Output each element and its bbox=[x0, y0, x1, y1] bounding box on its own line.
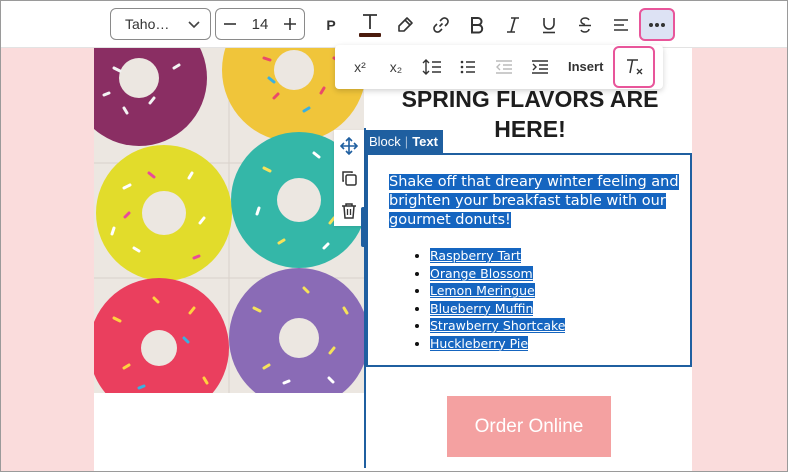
minus-icon bbox=[224, 23, 236, 25]
indent-button[interactable] bbox=[526, 53, 554, 81]
column-divider bbox=[364, 128, 366, 468]
align-button[interactable] bbox=[606, 10, 636, 40]
clear-formatting-icon bbox=[627, 59, 643, 75]
duplicate-icon bbox=[342, 171, 357, 186]
list-item: Blueberry Muffin bbox=[430, 300, 565, 318]
resize-handle[interactable] bbox=[361, 207, 367, 247]
clear-formatting-button[interactable] bbox=[613, 46, 655, 88]
list-item: Orange Blossom bbox=[430, 265, 565, 283]
line-height-icon bbox=[422, 59, 441, 75]
list-item: Strawberry Shortcake bbox=[430, 317, 566, 335]
flavor-text: Lemon Meringue bbox=[430, 283, 535, 298]
flavor-text: Blueberry Muffin bbox=[430, 300, 534, 316]
font-family-value: Taho… bbox=[125, 16, 170, 32]
strikethrough-button[interactable] bbox=[570, 10, 600, 40]
list-item: Huckleberry Pie bbox=[430, 335, 565, 353]
tab-block[interactable]: Block bbox=[369, 134, 401, 149]
italic-icon bbox=[507, 17, 519, 33]
italic-button[interactable] bbox=[498, 10, 528, 40]
highlighter-icon bbox=[398, 17, 413, 32]
subscript-icon: x₂ bbox=[389, 59, 403, 75]
decrease-size-button[interactable] bbox=[216, 9, 244, 39]
order-online-button[interactable]: Order Online bbox=[447, 396, 611, 457]
superscript-button[interactable]: x² bbox=[346, 53, 374, 81]
indent-icon bbox=[532, 60, 548, 74]
intro-paragraph[interactable]: Shake off that dreary winter feeling and… bbox=[389, 173, 679, 230]
list-icon bbox=[460, 60, 475, 74]
more-icon bbox=[649, 22, 665, 27]
font-size-stepper[interactable]: 14 bbox=[215, 8, 305, 40]
list-item: Raspberry Tart bbox=[430, 247, 565, 265]
tab-text[interactable]: Text bbox=[412, 134, 438, 149]
outdent-icon bbox=[496, 60, 512, 74]
block-type-tabs: Block | Text bbox=[364, 130, 443, 153]
font-size-value[interactable]: 14 bbox=[244, 16, 276, 33]
formatting-toolbar: Taho… 14 P bbox=[1, 1, 787, 48]
text-color-icon bbox=[359, 14, 381, 37]
move-block-button[interactable] bbox=[334, 130, 364, 162]
increase-size-button[interactable] bbox=[276, 9, 304, 39]
link-icon bbox=[433, 17, 449, 33]
donut-photo[interactable] bbox=[94, 48, 364, 393]
list-item: Lemon Meringue bbox=[430, 282, 565, 300]
underline-button[interactable] bbox=[534, 10, 564, 40]
outdent-button[interactable] bbox=[490, 53, 518, 81]
plus-icon bbox=[284, 18, 296, 30]
highlight-button[interactable] bbox=[390, 10, 420, 40]
delete-icon bbox=[342, 202, 356, 219]
text-block[interactable]: Shake off that dreary winter feeling and… bbox=[366, 153, 692, 367]
align-icon bbox=[614, 19, 628, 31]
link-button[interactable] bbox=[426, 10, 456, 40]
paragraph-button[interactable]: P bbox=[316, 10, 346, 40]
font-family-select[interactable]: Taho… bbox=[110, 8, 211, 40]
subscript-button[interactable]: x₂ bbox=[382, 53, 410, 81]
flavor-text: Raspberry Tart bbox=[430, 248, 521, 263]
text-color-button[interactable] bbox=[355, 10, 385, 40]
move-icon bbox=[340, 137, 358, 155]
intro-text: Shake off that dreary winter feeling and… bbox=[389, 174, 679, 228]
underline-icon bbox=[543, 18, 555, 34]
block-side-tools bbox=[334, 130, 364, 226]
bulleted-list-button[interactable] bbox=[454, 53, 482, 81]
bold-button[interactable] bbox=[462, 10, 492, 40]
strikethrough-icon bbox=[579, 17, 591, 33]
paragraph-label: P bbox=[326, 17, 336, 33]
flavor-text: Strawberry Shortcake bbox=[430, 318, 566, 333]
line-height-button[interactable] bbox=[418, 53, 446, 81]
bold-icon bbox=[471, 17, 484, 34]
tab-separator: | bbox=[404, 134, 409, 149]
flavor-list[interactable]: Raspberry Tart Orange Blossom Lemon Meri… bbox=[430, 247, 566, 353]
more-options-button[interactable] bbox=[639, 8, 675, 41]
duplicate-block-button[interactable] bbox=[334, 162, 364, 194]
delete-block-button[interactable] bbox=[334, 194, 364, 226]
donuts-image bbox=[94, 48, 364, 393]
chevron-down-icon bbox=[188, 21, 200, 29]
flavor-text: Huckleberry Pie bbox=[430, 335, 529, 351]
superscript-icon: x² bbox=[354, 59, 366, 75]
insert-menu-button[interactable]: Insert bbox=[568, 59, 603, 74]
flavor-text: Orange Blossom bbox=[430, 265, 533, 281]
